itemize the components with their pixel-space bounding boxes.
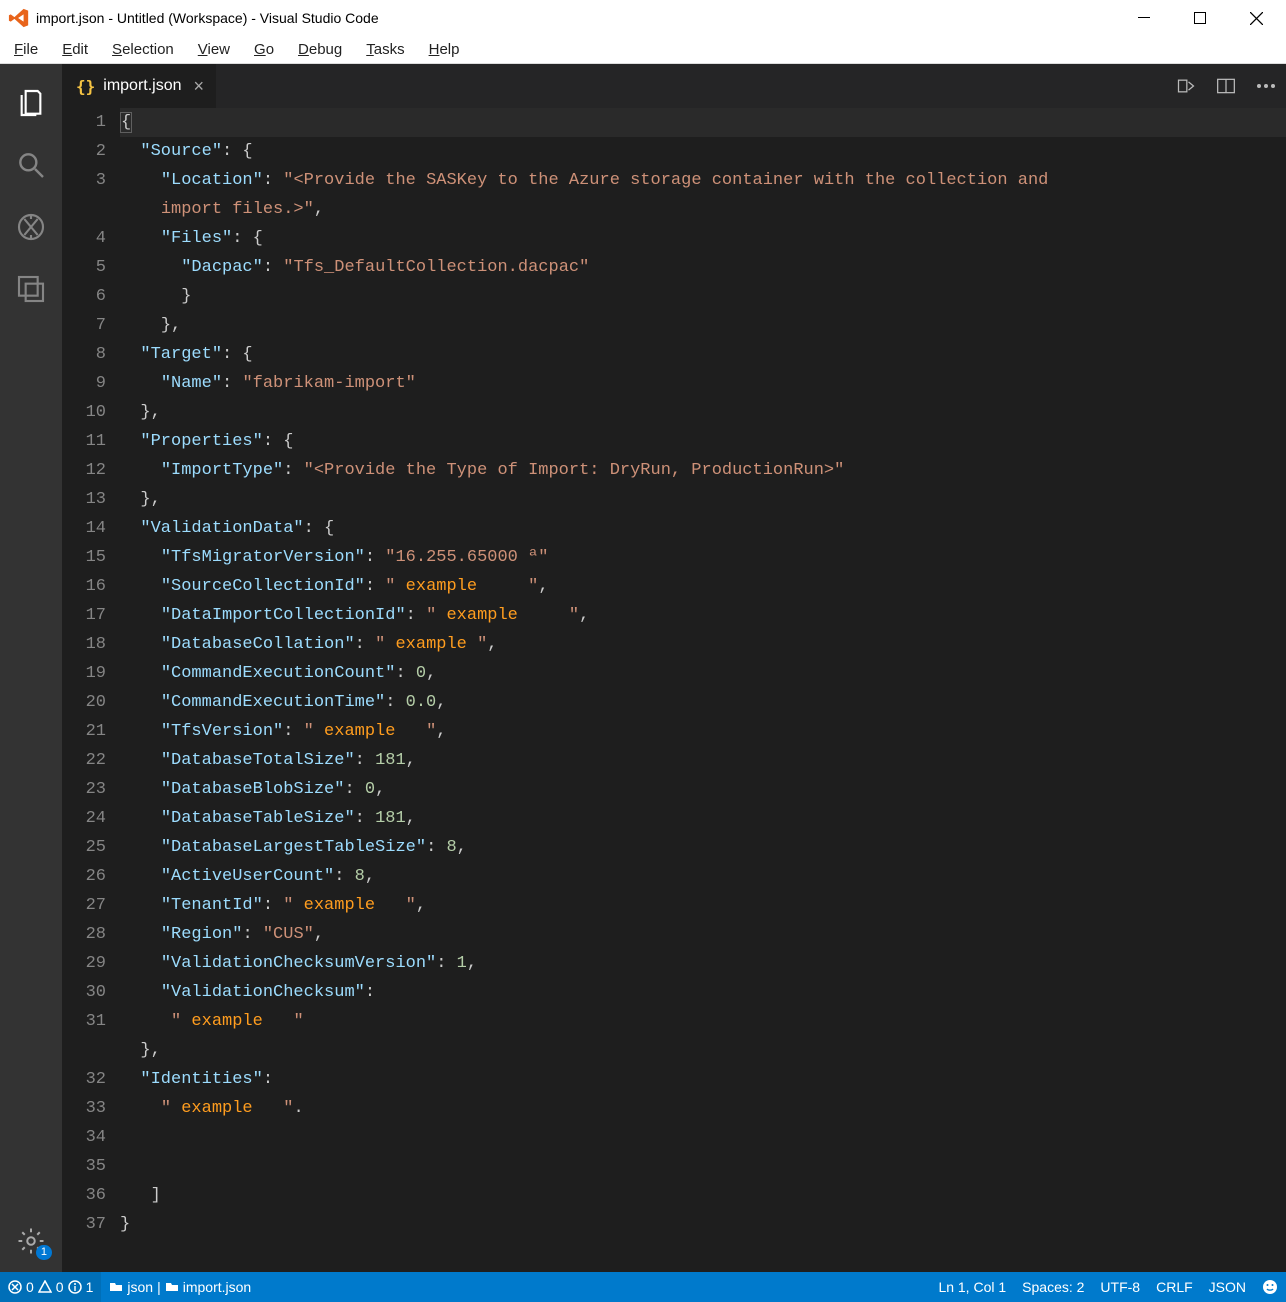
- code-editor[interactable]: 1 2 3 4 5 6 7 8 9 10 11 12 13 14 15 16 1…: [62, 108, 1286, 1272]
- settings-gear-icon[interactable]: 1: [0, 1210, 62, 1272]
- editor-area: {} import.json × 1 2 3 4 5: [62, 64, 1286, 1272]
- settings-badge: 1: [36, 1245, 52, 1260]
- status-ln-col[interactable]: Ln 1, Col 1: [930, 1272, 1014, 1302]
- status-path[interactable]: json | import.json: [101, 1272, 259, 1302]
- search-icon[interactable]: [0, 134, 62, 196]
- menubar: File Edit Selection View Go Debug Tasks …: [0, 36, 1286, 64]
- more-icon[interactable]: [1246, 83, 1286, 89]
- menu-selection[interactable]: Selection: [100, 37, 186, 62]
- window-minimize-button[interactable]: [1116, 0, 1172, 36]
- status-bar: 0 0 1 json | import.json Ln 1, Col 1 Spa…: [0, 1272, 1286, 1302]
- menu-tasks[interactable]: Tasks: [354, 37, 416, 62]
- editor-shell: 1 {} import.json × 1 2 3: [0, 64, 1286, 1272]
- json-file-icon: {}: [76, 77, 95, 96]
- debug-icon[interactable]: [0, 196, 62, 258]
- tab-import-json[interactable]: {} import.json ×: [62, 64, 216, 108]
- menu-file[interactable]: File: [2, 37, 50, 62]
- status-feedback-icon[interactable]: [1254, 1272, 1286, 1302]
- tab-label: import.json: [103, 77, 181, 95]
- menu-view[interactable]: View: [186, 37, 242, 62]
- tabstrip: {} import.json ×: [62, 64, 1286, 108]
- status-encoding[interactable]: UTF-8: [1092, 1272, 1148, 1302]
- vscode-logo-icon: [8, 7, 30, 29]
- window-maximize-button[interactable]: [1172, 0, 1228, 36]
- menu-help[interactable]: Help: [417, 37, 472, 62]
- menu-go[interactable]: Go: [242, 37, 286, 62]
- menu-debug[interactable]: Debug: [286, 37, 354, 62]
- split-editor-icon[interactable]: [1206, 76, 1246, 96]
- window-controls: [1116, 0, 1284, 36]
- activity-bar: 1: [0, 64, 62, 1272]
- code-content[interactable]: { "Source": { "Location": "<Provide the …: [120, 108, 1286, 1272]
- titlebar: import.json - Untitled (Workspace) - Vis…: [0, 0, 1286, 36]
- window-title: import.json - Untitled (Workspace) - Vis…: [30, 10, 1116, 26]
- close-icon[interactable]: ×: [190, 76, 209, 97]
- status-spaces[interactable]: Spaces: 2: [1014, 1272, 1092, 1302]
- status-eol[interactable]: CRLF: [1148, 1272, 1201, 1302]
- status-problems[interactable]: 0 0 1: [0, 1272, 101, 1302]
- menu-edit[interactable]: Edit: [50, 37, 100, 62]
- peek-changes-icon[interactable]: [1166, 76, 1206, 96]
- extensions-icon[interactable]: [0, 258, 62, 320]
- status-language[interactable]: JSON: [1201, 1272, 1254, 1302]
- explorer-icon[interactable]: [0, 72, 62, 134]
- window-close-button[interactable]: [1228, 0, 1284, 36]
- folder-icon: [109, 1280, 123, 1294]
- folder-icon: [165, 1280, 179, 1294]
- line-number-gutter: 1 2 3 4 5 6 7 8 9 10 11 12 13 14 15 16 1…: [62, 108, 120, 1272]
